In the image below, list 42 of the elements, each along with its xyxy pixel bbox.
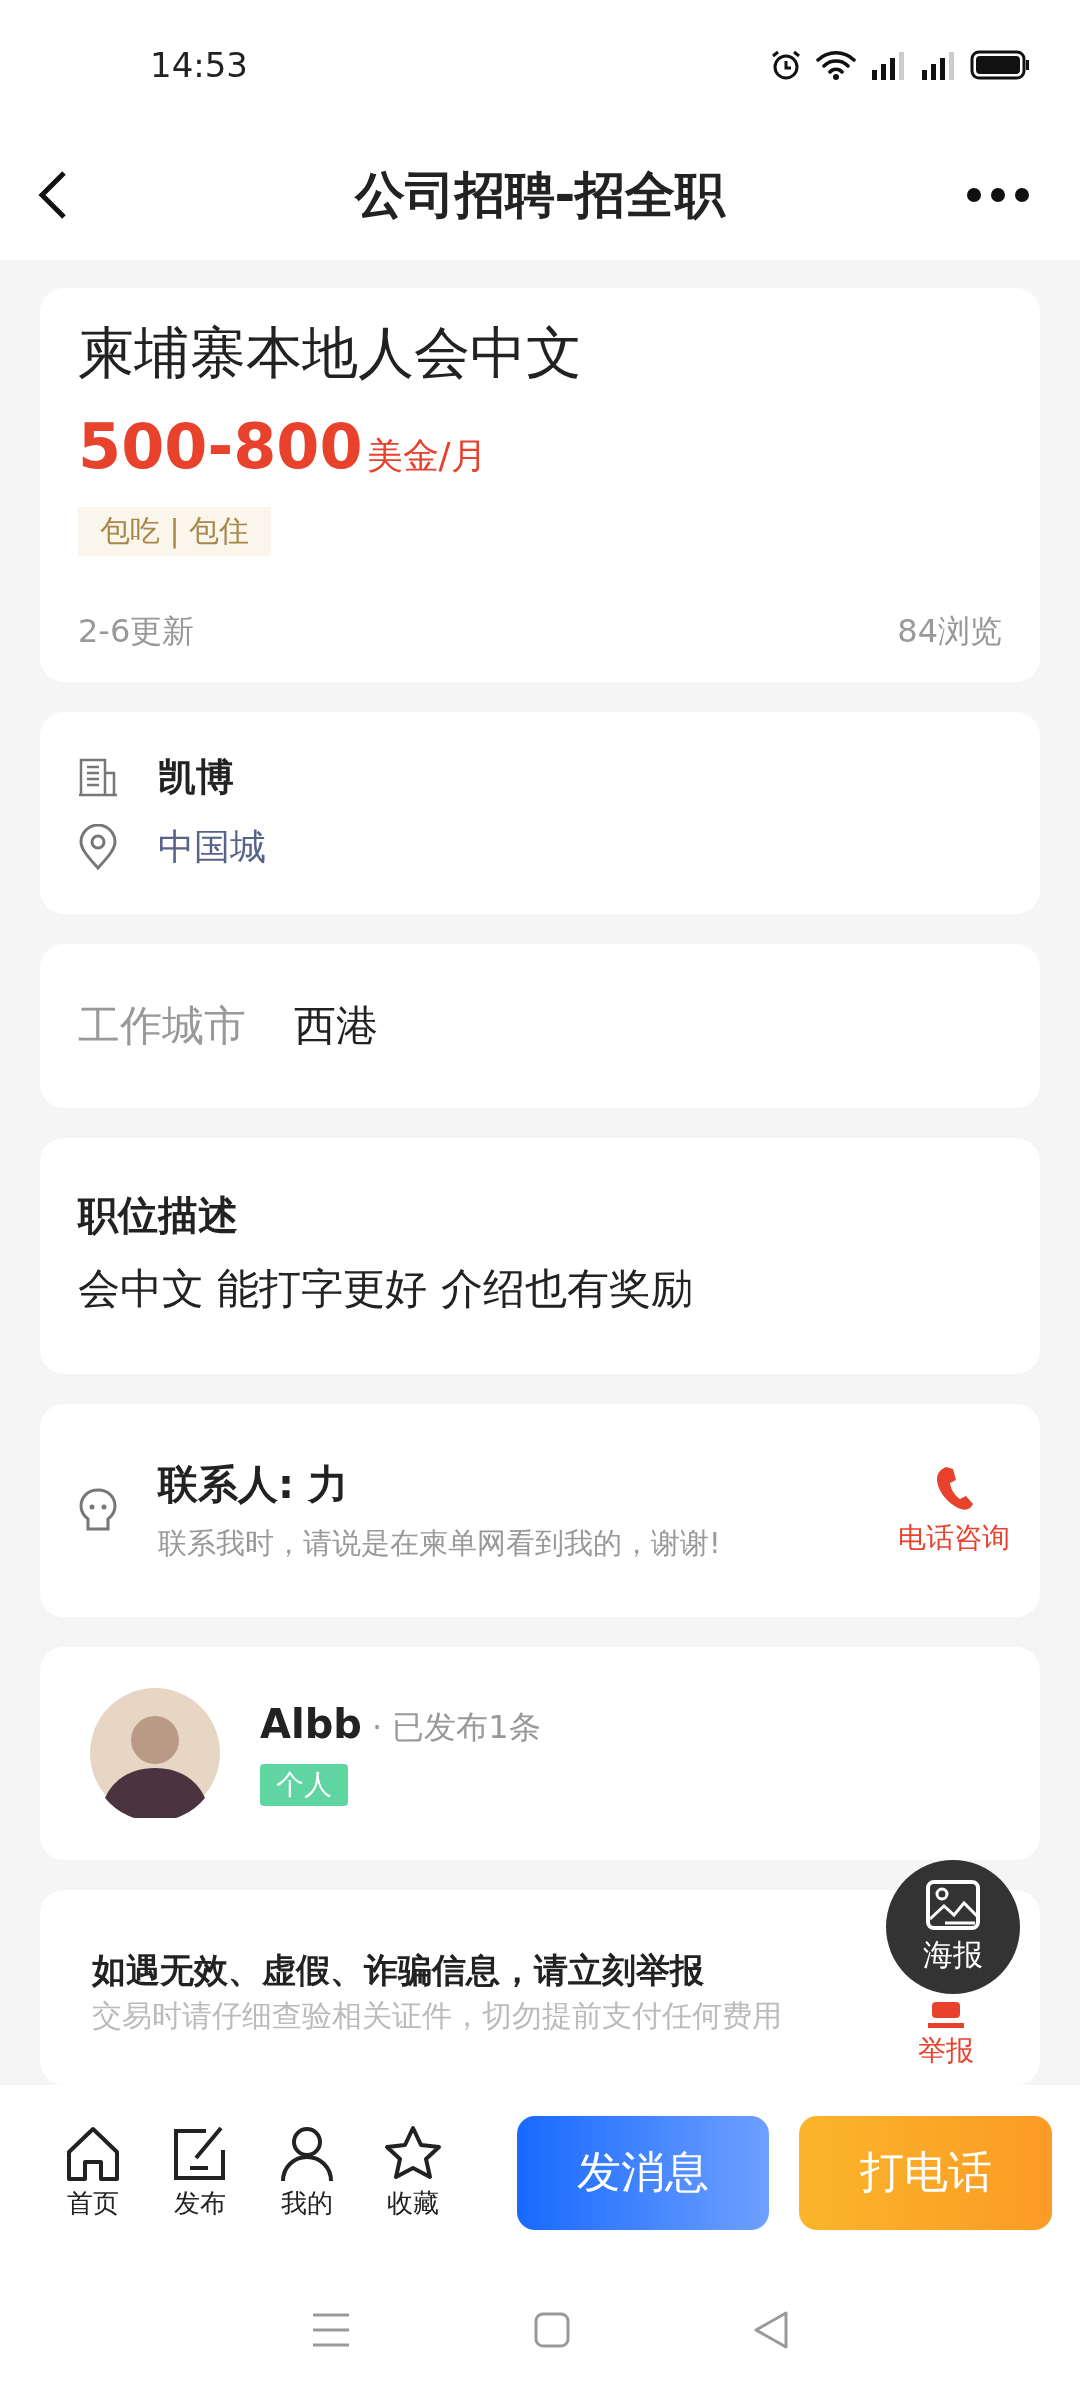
contact-note: 联系我时，请说是在柬单网看到我的，谢谢! bbox=[158, 1524, 722, 1562]
publisher-name[interactable]: Albb bbox=[260, 1700, 362, 1747]
back-icon[interactable] bbox=[38, 170, 68, 220]
updated-date: 2-6更新 bbox=[78, 610, 195, 652]
perk-tag: 包吃 | 包住 bbox=[78, 507, 272, 556]
signal-icon bbox=[870, 50, 906, 80]
work-city-value: 西港 bbox=[294, 999, 378, 1052]
report-tip: 交易时请仔细查验相关证件，切勿提前支付任何费用 bbox=[92, 1996, 782, 2035]
nav-tab[interactable]: 发布 bbox=[146, 2124, 254, 2221]
nav-tab[interactable]: 收藏 bbox=[360, 2124, 467, 2221]
nav-tab[interactable]: 我的 bbox=[253, 2124, 361, 2221]
status-time: 14:53 bbox=[150, 45, 248, 85]
avatar[interactable] bbox=[90, 1688, 220, 1819]
salary-unit: 美金/月 bbox=[366, 434, 487, 478]
salary-range: 500-800 bbox=[78, 410, 363, 483]
post-count: · 已发布1条 bbox=[371, 1706, 541, 1748]
view-count: 84浏览 bbox=[897, 610, 1002, 652]
location-pin-icon bbox=[78, 824, 118, 871]
work-city-label: 工作城市 bbox=[78, 999, 246, 1052]
nav-tab[interactable]: 首页 bbox=[40, 2124, 147, 2221]
job-title: 柬埔寨本地人会中文 bbox=[78, 319, 583, 387]
report-warning: 如遇无效、虚假、诈骗信息，请立刻举报 bbox=[92, 1948, 704, 1992]
phone-consult-button[interactable]: 电话咨询 bbox=[898, 1463, 1010, 1558]
job-description: 会中文 能打字更好 介绍也有奖励 bbox=[78, 1263, 694, 1316]
chat-face-icon bbox=[78, 1487, 118, 1534]
wifi-icon bbox=[816, 50, 856, 80]
back-triangle-icon[interactable] bbox=[752, 2310, 789, 2350]
report-button[interactable]: 举报 bbox=[918, 2002, 974, 2070]
page-title: 公司招聘-招全职 bbox=[354, 164, 726, 226]
company-name: 凯博 bbox=[158, 753, 234, 801]
image-icon bbox=[925, 1878, 981, 1931]
company-location[interactable]: 中国城 bbox=[158, 822, 266, 872]
more-icon[interactable] bbox=[966, 187, 1030, 203]
battery-icon bbox=[970, 50, 1030, 80]
home-square-icon[interactable] bbox=[534, 2312, 570, 2348]
building-icon bbox=[78, 757, 118, 798]
personal-tag: 个人 bbox=[260, 1763, 348, 1806]
alarm-icon bbox=[770, 49, 802, 81]
contact-name: 联系人: 力 bbox=[158, 1459, 349, 1509]
signal-icon bbox=[920, 50, 956, 80]
report-icon bbox=[928, 2002, 964, 2028]
section-title: 职位描述 bbox=[78, 1191, 239, 1241]
